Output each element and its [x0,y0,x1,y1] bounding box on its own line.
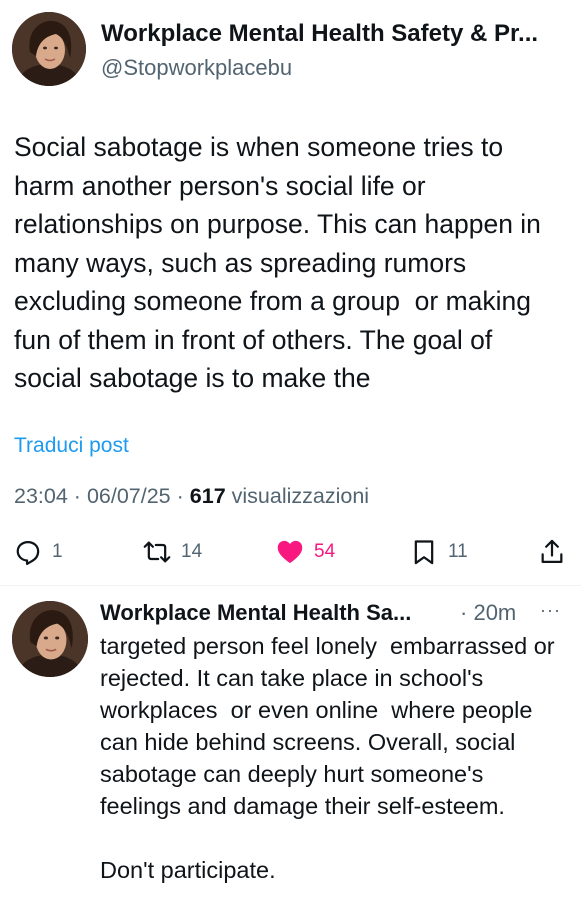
reply-author-name[interactable]: Workplace Mental Health Sa... [100,600,411,626]
tweet-time[interactable]: 23:04 [14,484,68,508]
repost-icon [143,541,171,563]
reply-text: targeted person feel lonely embarrassed … [100,633,555,883]
divider [0,585,581,586]
avatar-image [12,12,86,86]
reply-count: 1 [52,541,63,562]
bookmark-button[interactable]: 11 [410,536,468,568]
author-handle[interactable]: @Stopworkplacebu [101,55,292,81]
like-count: 54 [314,541,336,562]
bookmark-count: 11 [448,541,468,562]
tweet-text: Social sabotage is when someone tries to… [14,132,549,393]
avatar[interactable] [12,12,86,86]
repost-button[interactable]: 14 [143,536,202,568]
repost-count: 14 [181,541,203,562]
reply-avatar[interactable] [12,601,88,677]
time-separator: · [460,600,468,625]
reply-timestamp[interactable]: 20m [473,600,516,625]
reply-time: · 20m [460,600,516,626]
heart-icon [277,540,303,564]
translate-link[interactable]: Traduci post [14,434,129,458]
like-button[interactable]: 54 [276,536,335,568]
share-button[interactable] [538,536,566,568]
reply-icon [16,540,40,566]
views-label: visualizzazioni [231,484,370,508]
avatar-image [12,601,88,677]
author-name[interactable]: Workplace Mental Health Safety & Pr... [101,20,561,48]
tweet-date[interactable]: 06/07/25 [87,484,171,508]
more-icon[interactable]: ··· [540,600,561,621]
meta-separator: · [73,484,81,508]
tweet-meta: 23:04 · 06/07/25 · 617 visualizzazioni [14,484,369,509]
bookmark-icon [414,540,434,565]
views-count: 617 [189,484,226,508]
meta-separator: · [176,484,184,508]
share-icon [541,539,563,564]
reply-button[interactable]: 1 [14,536,63,568]
